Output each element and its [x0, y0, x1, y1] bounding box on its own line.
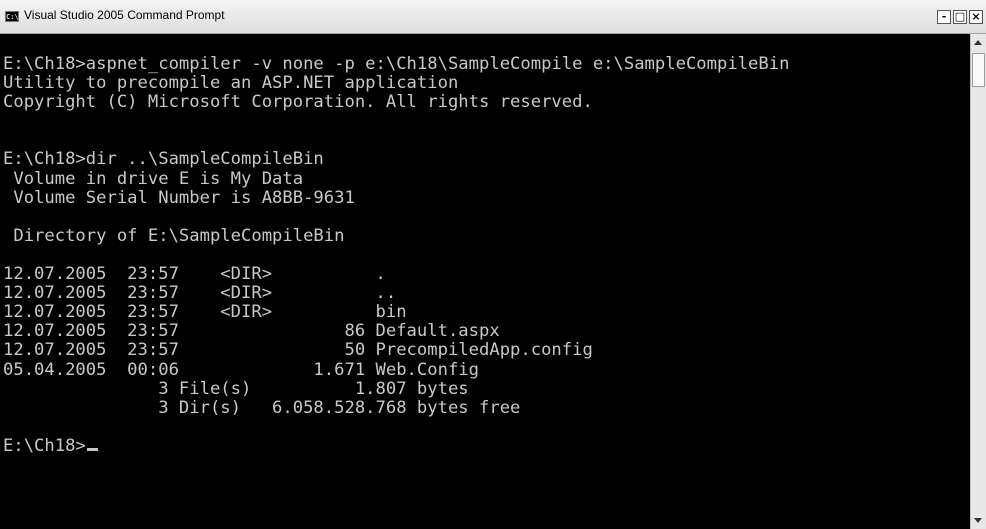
- console-line: E:\Ch18>aspnet_compiler -v none -p e:\Ch…: [3, 54, 790, 74]
- console-line: Utility to precompile an ASP.NET applica…: [3, 73, 459, 94]
- command-prompt[interactable]: E:\Ch18>: [3, 436, 86, 456]
- maximize-button[interactable]: □: [953, 10, 967, 24]
- title-bar[interactable]: C:\ Visual Studio 2005 Command Prompt - …: [0, 0, 986, 34]
- console-line: Volume in drive E is My Data: [13, 168, 304, 189]
- command-prompt-icon[interactable]: C:\: [5, 11, 19, 22]
- console-line: 3 File(s) 1.807 bytes: [158, 378, 469, 399]
- arrow-down-icon[interactable]: [974, 518, 982, 523]
- scrollbar-thumb[interactable]: [972, 53, 985, 87]
- console-line: 12.07.2005 23:57 86 Default.aspx: [3, 321, 500, 342]
- console-output-area[interactable]: E:\Ch18>aspnet_compiler -v none -p e:\Ch…: [0, 34, 970, 529]
- close-button[interactable]: ×: [969, 10, 983, 24]
- console-line: 12.07.2005 23:57 50 PrecompiledApp.confi…: [3, 340, 593, 361]
- console-window: C:\ Visual Studio 2005 Command Prompt - …: [0, 0, 986, 529]
- console-line: 05.04.2005 00:06 1.671 Web.Config: [3, 359, 479, 380]
- console-line: Volume Serial Number is A8BB-9631: [13, 187, 355, 208]
- console-line: Directory of E:\SampleCompileBin: [13, 225, 345, 246]
- window-title: Visual Studio 2005 Command Prompt: [24, 8, 225, 22]
- minimize-button[interactable]: -: [937, 10, 951, 24]
- console-lines: E:\Ch18>aspnet_compiler -v none -p e:\Ch…: [3, 54, 789, 418]
- arrow-up-icon[interactable]: [974, 40, 982, 45]
- console-line: 12.07.2005 23:57 <DIR> bin: [3, 302, 407, 323]
- console-line: 12.07.2005 23:57 <DIR> .: [3, 264, 386, 285]
- vertical-scrollbar[interactable]: [970, 34, 986, 529]
- console-text: E:\Ch18>aspnet_compiler -v none -p e:\Ch…: [0, 34, 970, 456]
- console-line: 12.07.2005 23:57 <DIR> ..: [3, 283, 397, 304]
- console-line: E:\Ch18>dir ..\SampleCompileBin: [3, 149, 324, 170]
- console-line: 3 Dir(s) 6.058.528.768 bytes free: [158, 397, 521, 418]
- text-cursor: [86, 447, 98, 451]
- console-line: Copyright (C) Microsoft Corporation. All…: [3, 92, 593, 113]
